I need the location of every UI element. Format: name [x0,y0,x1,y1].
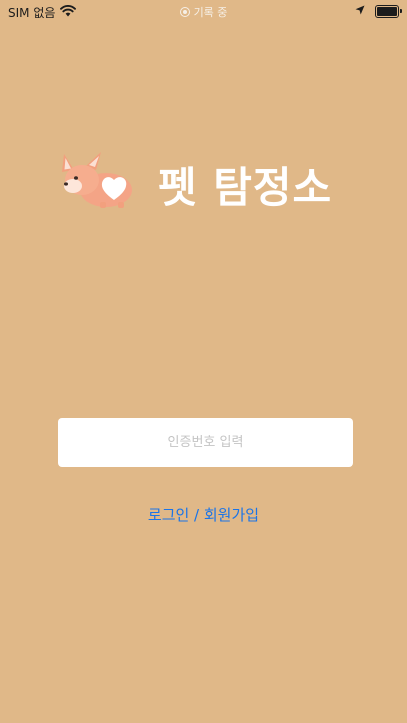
app-title: 펫 탐정소 [158,163,333,212]
status-right [355,4,402,18]
recording-label: 기록 중 [193,6,228,19]
recording-indicator: 기록 중 [0,4,407,20]
battery-level [377,6,397,16]
login-signup-link[interactable]: 로그인 / 회원가입 [0,504,407,525]
corgi-dog-icon [56,148,136,220]
status-bar: SIM 없음 기록 중 [0,0,407,24]
app-logo: 펫 탐정소 [56,148,356,220]
battery-icon [375,4,402,18]
location-arrow-icon [355,4,365,18]
record-icon [179,7,190,17]
verification-code-input[interactable] [58,418,353,467]
